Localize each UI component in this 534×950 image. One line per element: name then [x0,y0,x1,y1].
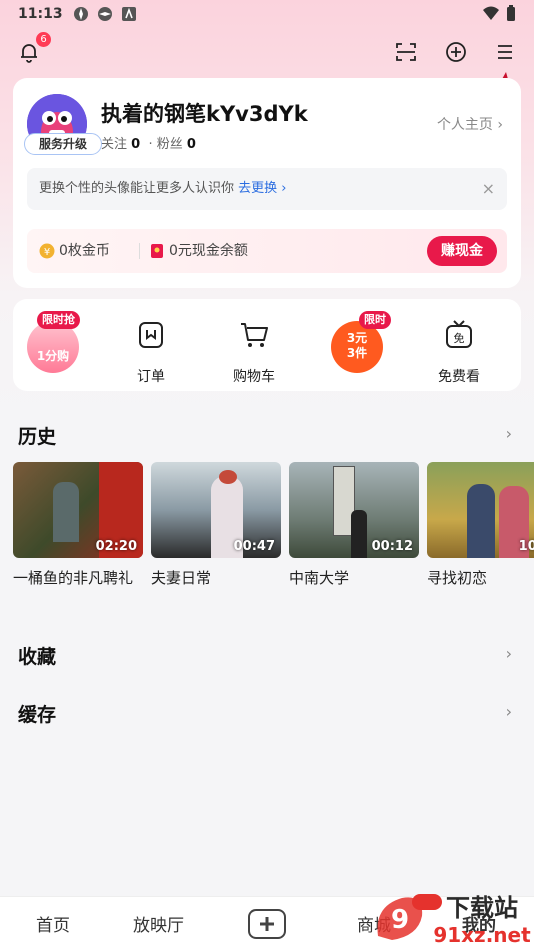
fans-label: · 粉丝 [148,137,183,152]
cart-label: 购物车 [233,369,275,385]
history-chevron-icon[interactable]: › [506,424,512,443]
app-notification-icon [121,7,136,21]
red-envelope-icon [151,244,163,258]
video-title: 一桶鱼的非凡聘礼 [13,569,134,587]
video-title: 寻找初恋 [427,569,488,587]
shortcut-three-for-three[interactable]: 3元 3件 限时 [317,311,397,381]
video-duration: 00:47 [233,539,275,554]
tip-text: 更换个性的头像能让更多人认识你 [39,181,235,196]
video-thumbnail: 02:20 [13,462,143,558]
app-notification-icon [97,7,112,21]
svg-text:免: 免 [454,331,465,345]
notification-button[interactable]: 6 [13,32,51,68]
divider [139,243,140,259]
svg-text:下载站: 下载站 [446,894,518,922]
favorites-chevron-icon[interactable]: › [506,644,512,663]
video-thumbnail: 00:12 [289,462,419,558]
video-title: 中南大学 [289,569,350,587]
cache-title[interactable]: 缓存 [18,700,56,727]
svg-text:9: 9 [391,905,409,935]
orders-label: 订单 [137,369,165,385]
video-duration: 02:20 [95,539,137,554]
status-time: 11:13 [18,6,63,22]
coins-item[interactable]: ¥ 0枚金币 [39,229,110,273]
change-avatar-link[interactable]: 去更换 › [238,181,286,196]
history-video-item[interactable]: 02:20 一桶鱼的非凡聘礼 [13,462,143,590]
video-duration: 10:1 [518,539,534,554]
plus-icon [260,917,274,931]
notification-badge: 6 [36,32,51,47]
plus-circle-icon [446,42,466,62]
free-watch-label: 免费看 [438,369,480,385]
orders-icon [139,322,163,348]
video-duration: 00:12 [371,539,413,554]
nav-theater[interactable]: 放映厅 [133,911,184,936]
history-video-item[interactable]: 00:12 中南大学 [289,462,419,590]
shortcut-free-watch[interactable]: 免 免费看 [419,311,499,385]
close-icon[interactable]: × [482,168,495,210]
favorites-title[interactable]: 收藏 [18,642,56,669]
svg-text:91xz.net: 91xz.net [433,923,531,947]
history-title[interactable]: 历史 [18,422,56,449]
shortcut-cart[interactable]: 购物车 [214,311,294,385]
scan-button[interactable] [390,36,422,68]
history-video-item[interactable]: 00:47 夫妻日常 [151,462,281,590]
status-bar: 11:13 [0,0,534,28]
app-notification-icon [73,7,88,21]
svg-text:¥: ¥ [44,247,50,258]
earn-cash-button[interactable]: 赚现金 [427,236,497,266]
service-upgrade-badge[interactable]: 服务升级 [24,133,102,155]
scan-icon [396,43,416,61]
username: 执着的钢笔kYv3dYk [101,102,308,126]
profile-card: 服务升级 执着的钢笔kYv3dYk 关注 0 · 粉丝 0 个人主页 › 更换个… [13,78,521,288]
cash-text: 0元现金余额 [169,243,248,259]
menu-button[interactable] [489,36,521,68]
coins-text: 0枚金币 [59,243,110,259]
avatar-tip-bar: 更换个性的头像能让更多人认识你 去更换 › × [27,168,507,210]
shortcut-orders[interactable]: 订单 [111,311,191,385]
three-deal-inner-text: 3元 3件 [346,331,368,360]
cart-icon [241,323,268,347]
nav-home[interactable]: 首页 [36,911,70,936]
wifi-icon [483,6,499,20]
bell-icon [21,44,37,63]
flash-sale-inner-text: 1分购 [36,349,70,363]
cache-chevron-icon[interactable]: › [506,702,512,721]
site-watermark-logo: 9 下载站 91xz.net [377,894,531,947]
create-button[interactable] [248,909,286,939]
history-video-item[interactable]: 10:1 寻找初恋 [427,462,534,590]
video-thumbnail: 10:1 [427,462,534,558]
video-title: 夫妻日常 [151,569,212,587]
follow-count: 0 [131,137,141,152]
add-button[interactable] [440,36,472,68]
battery-icon [507,5,515,21]
three-deal-tag: 限时 [359,311,391,329]
follow-stats[interactable]: 关注 0 · 粉丝 0 [101,133,196,152]
free-watch-icon: 免 [446,320,472,348]
shortcut-flash-sale[interactable]: 1分购 限时抢 [13,311,93,381]
coin-icon: ¥ [39,243,55,259]
menu-icon [498,45,512,59]
fans-count: 0 [186,137,196,152]
follow-label: 关注 [101,137,128,152]
cash-item[interactable]: 0元现金余额 [149,229,248,273]
flash-sale-tag: 限时抢 [37,311,80,329]
video-thumbnail: 00:47 [151,462,281,558]
personal-homepage-link[interactable]: 个人主页 › [437,114,503,134]
top-toolbar: 6 [0,32,534,68]
shortcuts-card: 1分购 限时抢 订单 购物车 3元 3件 限时 免 免费看 [13,299,521,391]
wallet-bar: ¥ 0枚金币 0元现金余额 赚现金 [27,229,507,273]
